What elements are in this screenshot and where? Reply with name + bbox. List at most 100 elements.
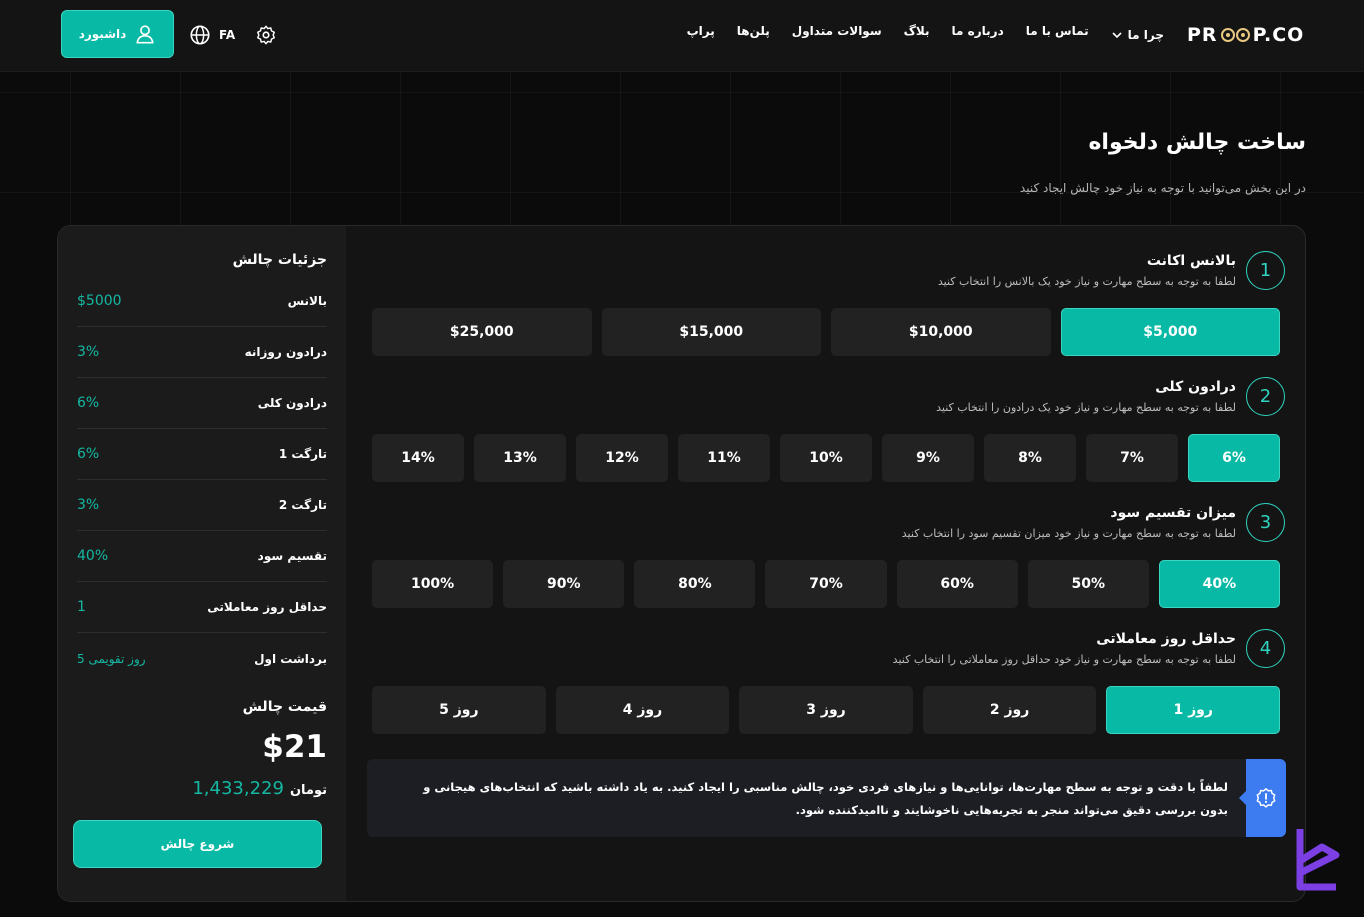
summary-label: درادون کلی [257,396,327,410]
summary-row-balance: $5000 بالانس [77,276,327,327]
summary-value: 6% [77,395,100,411]
summary-label: تارگت 1 [278,447,327,461]
summary-row-target-2: 3% تارگت 2 [77,480,327,531]
step-number: 2 [1246,376,1285,416]
balance-option[interactable]: $15,000 [601,308,821,356]
balance-options: $5,000 $10,000 $15,000 $25,000 [372,308,1280,356]
summary-value: 1 [77,599,86,615]
min-days-option[interactable]: 4 روز [555,686,730,734]
step-4-header: 4 حداقل روز معاملاتی لطفا به توجه به سطح… [893,626,1285,670]
price-toman-value: 1,433,229 [192,778,284,799]
watermark-logo-icon [1296,829,1340,891]
page-subtitle: در این بخش می‌توانید با توجه به نیاز خود… [1019,181,1306,195]
summary-row-profit-split: 40% تقسیم سود [77,531,327,582]
step-description: لطفا به توجه به سطح مهارت و نیاز خود میز… [901,526,1236,540]
drawdown-option[interactable]: 13% [474,434,566,482]
step-title: میزان تقسیم سود [1110,504,1236,521]
summary-value: 5 روز تقویمی [77,651,146,666]
step-text: بالانس اکانت لطفا به توجه به سطح مهارت و… [938,253,1236,288]
logo-text-right: P.CO [1252,24,1305,46]
step-2-header: 2 درادون کلی لطفا به توجه به سطح مهارت و… [936,374,1285,418]
start-challenge-button[interactable]: شروع چالش [73,820,322,868]
profit-split-option[interactable]: 100% [372,560,494,608]
profit-split-options: 40% 50% 60% 70% 80% 90% 100% [372,560,1280,608]
nav-why-us-label: چرا ما [1127,28,1164,42]
profit-split-option[interactable]: 40% [1158,560,1280,608]
price-toman: 1,433,229 تومان [192,778,327,799]
warning-notice: لطفاً با دقت و توجه به سطح مهارت‌ها، توا… [367,759,1286,837]
top-header: PR P.CO پراپ پلن‌ها سوالات متداول بلاگ د… [0,0,1364,72]
min-days-option[interactable]: 2 روز [922,686,1097,734]
summary-label: تقسیم سود [257,549,327,563]
notice-icon-box [1239,759,1286,837]
dashboard-button[interactable]: داشبورد [61,10,174,58]
summary-value: 3% [77,497,100,513]
drawdown-option[interactable]: 14% [372,434,464,482]
summary-row-first-withdrawal: 5 روز تقویمی برداشت اول [77,633,327,684]
main-nav: پراپ پلن‌ها سوالات متداول بلاگ درباره ما… [687,24,1164,46]
summary-label: حداقل روز معاملاتی [207,600,327,614]
step-text: میزان تقسیم سود لطفا به توجه به سطح مهار… [902,505,1236,540]
profit-split-option[interactable]: 70% [765,560,887,608]
summary-value: 6% [77,446,100,462]
logo-text-left: PR [1187,24,1218,46]
chevron-down-icon [1112,32,1122,39]
min-trading-days-options: 1 روز 2 روز 3 روز 4 روز 5 روز [372,686,1280,734]
step-number: 4 [1246,628,1285,668]
drawdown-option[interactable]: 11% [678,434,770,482]
alert-badge-icon [1256,788,1276,808]
profit-split-option[interactable]: 60% [896,560,1018,608]
total-drawdown-options: 6% 7% 8% 9% 10% 11% 12% 13% 14% [372,434,1280,482]
min-days-option[interactable]: 3 روز [739,686,913,734]
challenge-builder-card: جزئیات چالش $5000 بالانس 3% درادون روزان… [57,225,1306,902]
language-label: FA [219,28,236,42]
nav-why-us[interactable]: چرا ما [1111,24,1164,46]
summary-label: درادون روزانه [244,345,327,359]
summary-value: 3% [77,344,100,360]
summary-label: بالانس [287,294,327,308]
profit-split-option[interactable]: 80% [634,560,756,608]
summary-label: تارگت 2 [278,498,327,512]
challenge-summary-panel: جزئیات چالش $5000 بالانس 3% درادون روزان… [58,226,346,901]
summary-row-total-drawdown: 6% درادون کلی [77,378,327,429]
price-toman-unit: تومان [289,783,327,798]
site-logo[interactable]: PR P.CO [1187,22,1307,48]
nav-contact[interactable]: تماس با ما [1026,24,1089,46]
nav-faq[interactable]: سوالات متداول [792,24,882,46]
profit-split-option[interactable]: 50% [1027,560,1149,608]
summary-value: 40% [77,548,109,564]
nav-about[interactable]: درباره ما [952,24,1004,46]
balance-option[interactable]: $25,000 [372,308,592,356]
min-days-option[interactable]: 1 روز [1106,686,1280,734]
price-title: قیمت چالش [242,699,327,715]
summary-title: جزئیات چالش [232,252,327,268]
balance-option[interactable]: $10,000 [831,308,1051,356]
step-text: درادون کلی لطفا به توجه به سطح مهارت و ن… [936,379,1236,414]
profit-split-option[interactable]: 90% [503,560,625,608]
step-number: 3 [1246,502,1285,542]
settings-gear-icon[interactable] [255,24,277,46]
dashboard-label: داشبورد [78,27,127,41]
nav-prop[interactable]: پراپ [687,24,715,46]
drawdown-option[interactable]: 8% [984,434,1076,482]
language-switch[interactable]: FA [189,24,235,46]
nav-blog[interactable]: بلاگ [904,24,930,46]
drawdown-option[interactable]: 7% [1086,434,1178,482]
drawdown-option[interactable]: 10% [780,434,872,482]
nav-plans[interactable]: پلن‌ها [737,24,770,46]
user-icon [136,25,154,44]
step-description: لطفا به توجه به سطح مهارت و نیاز خود حدا… [892,652,1236,666]
drawdown-option[interactable]: 12% [576,434,668,482]
balance-option[interactable]: $5,000 [1060,308,1280,356]
summary-row-min-days: 1 حداقل روز معاملاتی [77,582,327,633]
step-1-header: 1 بالانس اکانت لطفا به توجه به سطح مهارت… [938,248,1285,292]
step-number: 1 [1246,250,1285,290]
notice-text: لطفاً با دقت و توجه به سطح مهارت‌ها، توا… [423,780,1228,817]
summary-value: $5000 [77,293,122,309]
price-usd: $21 [262,729,327,765]
drawdown-option[interactable]: 9% [882,434,974,482]
drawdown-option[interactable]: 6% [1188,434,1280,482]
min-days-option[interactable]: 5 روز [372,686,546,734]
step-description: لطفا به توجه به سطح مهارت و نیاز خود یک … [936,400,1236,414]
summary-row-daily-drawdown: 3% درادون روزانه [77,327,327,378]
